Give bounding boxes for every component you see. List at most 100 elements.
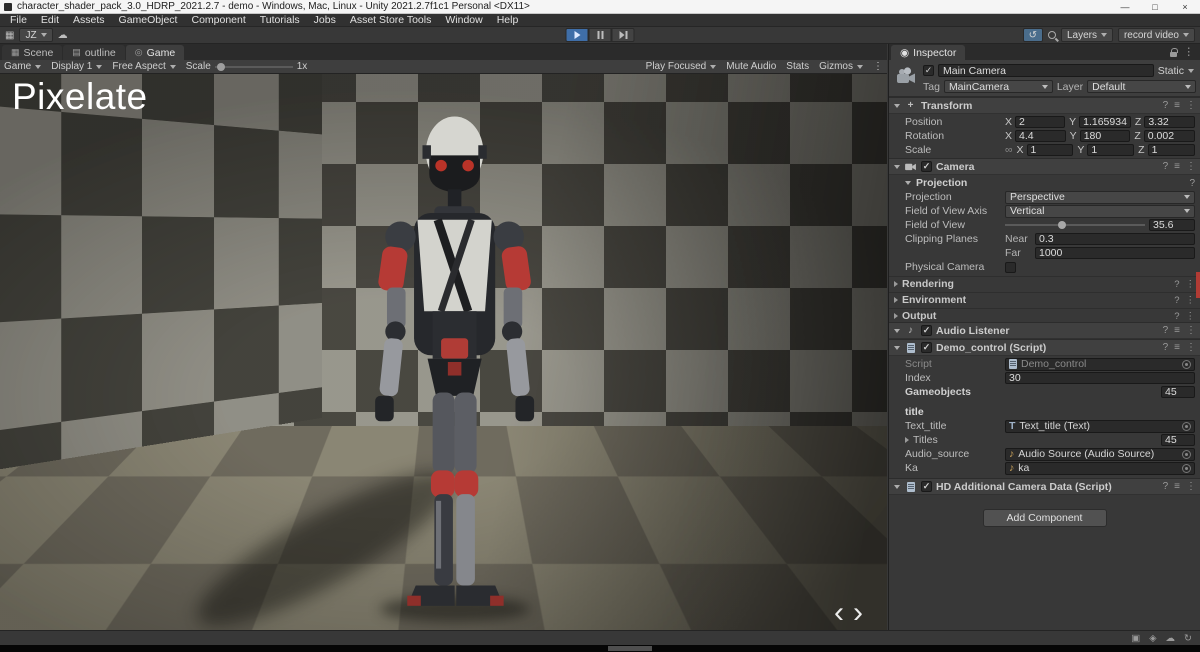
play-focused-dropdown[interactable]: Play Focused	[646, 61, 717, 72]
near-clip-field[interactable]: 0.3	[1035, 233, 1195, 245]
next-shader-arrow[interactable]: ›	[853, 598, 863, 628]
services-status-icon[interactable]: ◈	[1149, 633, 1156, 644]
lock-icon[interactable]	[1169, 47, 1178, 57]
close-button[interactable]: ×	[1170, 0, 1200, 13]
preset-icon[interactable]: ≡	[1174, 161, 1180, 172]
ka-object-field[interactable]: ♪ ka	[1005, 461, 1195, 475]
static-dropdown[interactable]: Static	[1158, 65, 1196, 77]
scale-slider[interactable]: Scale 1x	[186, 61, 308, 72]
play-button[interactable]	[565, 28, 589, 42]
position-x-field[interactable]: 2	[1015, 116, 1066, 128]
tab-game[interactable]: ◎ Game	[125, 45, 185, 60]
fov-slider-knob[interactable]	[1058, 221, 1067, 229]
object-picker-icon[interactable]	[1182, 463, 1191, 473]
game-viewport[interactable]: Pixelate ‹ ›	[0, 74, 887, 630]
projection-foldout[interactable]: Projection ?	[889, 177, 1200, 189]
hd-camera-data-checkbox[interactable]: ✓	[921, 481, 932, 492]
cloud-icon[interactable]: ☁	[58, 30, 68, 41]
audio-source-object-field[interactable]: ♪ Audio Source (Audio Source)	[1005, 447, 1195, 461]
kebab-icon[interactable]: ⋮	[1186, 161, 1196, 172]
tab-scene[interactable]: ▦ Scene	[2, 45, 63, 60]
rotation-y-field[interactable]: 180	[1079, 130, 1131, 142]
preset-icon[interactable]: ≡	[1174, 481, 1180, 492]
physical-camera-checkbox[interactable]	[1005, 261, 1016, 273]
help-icon[interactable]: ?	[1163, 342, 1169, 353]
script-object-field[interactable]: Demo_control	[1005, 357, 1195, 371]
kebab-icon[interactable]: ⋮	[1186, 311, 1196, 322]
scale-x-field[interactable]: 1	[1026, 144, 1074, 156]
help-icon[interactable]: ?	[1174, 295, 1179, 306]
tag-dropdown[interactable]: MainCamera	[943, 80, 1053, 93]
foldout-open-icon[interactable]	[894, 484, 900, 489]
kebab-icon[interactable]: ⋮	[1184, 46, 1195, 58]
hd-camera-data-header[interactable]: ✓ HD Additional Camera Data (Script) ? ≡…	[889, 478, 1200, 495]
kebab-icon[interactable]: ⋮	[1186, 481, 1196, 492]
preset-icon[interactable]: ≡	[1174, 100, 1180, 111]
preset-icon[interactable]: ≡	[1174, 342, 1180, 353]
link-icon[interactable]: ∞	[1005, 144, 1013, 156]
tab-outline[interactable]: ▤ outline	[63, 45, 125, 60]
gameobjects-size-field[interactable]: 45	[1161, 386, 1195, 398]
fov-slider[interactable]	[1005, 219, 1145, 231]
object-picker-icon[interactable]	[1182, 421, 1191, 431]
gameobject-active-checkbox[interactable]: ✓	[923, 65, 934, 76]
index-field[interactable]: 30	[1005, 372, 1195, 384]
cloud-status-icon[interactable]: ☁	[1166, 633, 1176, 644]
kebab-icon[interactable]: ⋮	[873, 61, 883, 72]
gameobject-name-field[interactable]: Main Camera	[938, 64, 1154, 77]
kebab-icon[interactable]: ⋮	[1186, 279, 1196, 290]
kebab-icon[interactable]: ⋮	[1186, 100, 1196, 111]
taskbar-item[interactable]	[608, 646, 652, 651]
scale-knob[interactable]	[216, 62, 225, 71]
audio-listener-checkbox[interactable]: ✓	[921, 325, 932, 336]
object-picker-icon[interactable]	[1182, 449, 1191, 459]
foldout-open-icon[interactable]	[894, 345, 900, 350]
menu-item[interactable]: Tutorials	[253, 14, 307, 26]
help-icon[interactable]: ?	[1174, 311, 1179, 322]
layout-dropdown[interactable]: record video	[1117, 28, 1195, 42]
stats-toggle[interactable]: Stats	[786, 61, 809, 72]
mute-audio-toggle[interactable]: Mute Audio	[726, 61, 776, 72]
rotation-x-field[interactable]: 4.4	[1015, 130, 1066, 142]
layers-dropdown[interactable]: Layers	[1060, 28, 1113, 42]
position-y-field[interactable]: 1.165934	[1079, 116, 1131, 128]
maximize-button[interactable]: □	[1140, 0, 1170, 13]
gizmos-dropdown[interactable]: Gizmos	[819, 61, 863, 72]
audio-listener-header[interactable]: ♪ ✓ Audio Listener ? ≡ ⋮	[889, 322, 1200, 339]
kebab-icon[interactable]: ⋮	[1186, 325, 1196, 336]
demo-control-checkbox[interactable]: ✓	[921, 342, 932, 353]
help-icon[interactable]: ?	[1163, 100, 1169, 111]
foldout-closed-icon[interactable]	[905, 437, 909, 443]
fov-value-field[interactable]: 35.6	[1149, 219, 1195, 231]
scale-y-field[interactable]: 1	[1087, 144, 1135, 156]
help-icon[interactable]: ?	[1163, 325, 1169, 336]
projection-dropdown[interactable]: Perspective	[1005, 190, 1195, 204]
minimize-button[interactable]: —	[1110, 0, 1140, 13]
console-status-icon[interactable]: ▣	[1131, 633, 1140, 644]
transform-header[interactable]: + Transform ? ≡ ⋮	[889, 97, 1200, 114]
scale-z-field[interactable]: 1	[1147, 144, 1195, 156]
scale-track[interactable]	[214, 62, 293, 71]
foldout-open-icon[interactable]	[894, 328, 900, 333]
camera-enabled-checkbox[interactable]: ✓	[921, 161, 932, 172]
menu-item[interactable]: Component	[184, 14, 252, 26]
account-dropdown[interactable]: JZ	[19, 28, 53, 42]
add-component-button[interactable]: Add Component	[982, 509, 1107, 527]
preset-icon[interactable]: ≡	[1174, 325, 1180, 336]
help-icon[interactable]: ?	[1163, 161, 1169, 172]
pause-button[interactable]	[588, 28, 612, 42]
refresh-status-icon[interactable]: ↻	[1184, 633, 1192, 644]
menu-item[interactable]: Window	[438, 14, 489, 26]
search-icon[interactable]	[1047, 31, 1056, 39]
menu-item[interactable]: Asset Store Tools	[343, 14, 439, 26]
help-icon[interactable]: ?	[1189, 178, 1195, 189]
game-display-menu[interactable]: Game	[4, 61, 42, 72]
help-icon[interactable]: ?	[1174, 279, 1179, 290]
output-foldout[interactable]: Output ? ⋮	[889, 308, 1200, 322]
environment-foldout[interactable]: Environment ? ⋮	[889, 292, 1200, 306]
menu-item[interactable]: Help	[490, 14, 526, 26]
menu-item[interactable]: File	[3, 14, 34, 26]
menu-item[interactable]: GameObject	[112, 14, 185, 26]
kebab-icon[interactable]: ⋮	[1186, 342, 1196, 353]
foldout-open-icon[interactable]	[894, 103, 900, 108]
